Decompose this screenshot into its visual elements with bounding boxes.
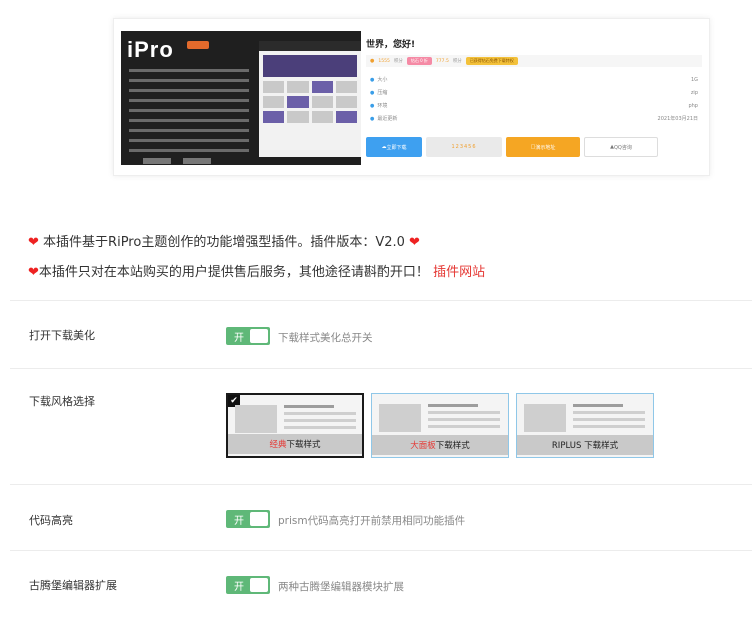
brand-badge <box>187 41 209 49</box>
divider <box>10 368 752 369</box>
property-row: ● 大小 1G <box>370 76 698 84</box>
heart-icon: ❤ <box>28 235 39 250</box>
price-unit: 积分 <box>393 59 403 64</box>
post-title: 世界，您好! <box>366 40 416 50</box>
setting-label: 古腾堡编辑器扩展 <box>29 579 117 592</box>
brand-logo: iPro <box>127 37 174 62</box>
version-notice: ❤ 本插件基于RiPro主题创作的功能增强型插件。插件版本：V2.0 ❤ <box>28 235 420 250</box>
heart-icon: ❤ <box>409 235 420 250</box>
thumbnail-text-lines <box>129 69 249 159</box>
property-row: ● 最近更新 2021年03月21日 <box>370 116 698 122</box>
setting-label: 代码高亮 <box>29 514 73 527</box>
vip-unit: 积分 <box>452 59 462 64</box>
property-row: ● 环境 php <box>370 102 698 110</box>
download-preview-card: iPro 世界，您好! ● 1555 积分 钻石 0 折 777.5 积分 已获… <box>113 18 710 176</box>
extract-code[interactable]: 123456 <box>426 137 502 157</box>
setting-label: 下载风格选择 <box>29 395 95 408</box>
theme-thumbnail: iPro <box>121 31 361 165</box>
plugin-site-link[interactable]: 插件网站 <box>433 265 485 280</box>
coin-icon: ● <box>370 58 375 64</box>
toggle-knob <box>250 329 268 343</box>
divider <box>10 300 752 301</box>
support-notice: ❤本插件只对在本站购买的用户提供售后服务，其他途径请斟酌开口！ 插件网站 <box>28 265 486 280</box>
divider <box>10 550 752 551</box>
demo-button[interactable]: □ 演示地址 <box>506 137 580 157</box>
gutenberg-extension-toggle[interactable]: 开 <box>226 576 270 594</box>
qq-consult-button[interactable]: ▲ QQ咨询 <box>584 137 658 157</box>
vip-pill: 钻石 0 折 <box>406 57 432 65</box>
thumbnail-logos <box>143 149 243 164</box>
site-screenshot <box>259 41 361 157</box>
toggle-knob <box>250 512 268 526</box>
download-info: 世界，您好! ● 1555 积分 钻石 0 折 777.5 积分 已获得钻石免费… <box>366 31 702 165</box>
setting-label: 打开下载美化 <box>29 329 95 342</box>
style-option-panel[interactable]: 大面板 下载样式 <box>371 393 509 458</box>
setting-description: 两种古腾堡编辑器模块扩展 <box>278 581 404 593</box>
price-value: 1555 <box>378 58 390 64</box>
property-list: ● 大小 1G ● 压缩 zip ● 环境 php ● 最近更新 2021年03月21日 <box>366 73 702 125</box>
divider <box>10 484 752 485</box>
style-option-riplus[interactable]: RIPLUS 下载样式 <box>516 393 654 458</box>
property-row: ● 压缩 zip <box>370 89 698 97</box>
setting-description: prism代码高亮打开前禁用相同功能插件 <box>278 515 466 527</box>
style-option-classic[interactable]: ✔ 经典 下载样式 <box>226 393 364 458</box>
setting-description: 下载样式美化总开关 <box>278 332 373 344</box>
download-button[interactable]: ☁ 立即下载 <box>366 137 422 157</box>
toggle-knob <box>250 578 268 592</box>
code-highlight-toggle[interactable]: 开 <box>226 510 270 528</box>
price-bar: ● 1555 积分 钻石 0 折 777.5 积分 已获得钻石免费下载特权 <box>366 55 702 67</box>
heart-icon: ❤ <box>28 265 39 280</box>
download-beautify-toggle[interactable]: 开 <box>226 327 270 345</box>
download-buttons: ☁ 立即下载 123456 □ 演示地址 ▲ QQ咨询 <box>366 137 702 157</box>
vip-price: 777.5 <box>435 58 449 64</box>
privilege-pill: 已获得钻石免费下载特权 <box>465 57 518 65</box>
